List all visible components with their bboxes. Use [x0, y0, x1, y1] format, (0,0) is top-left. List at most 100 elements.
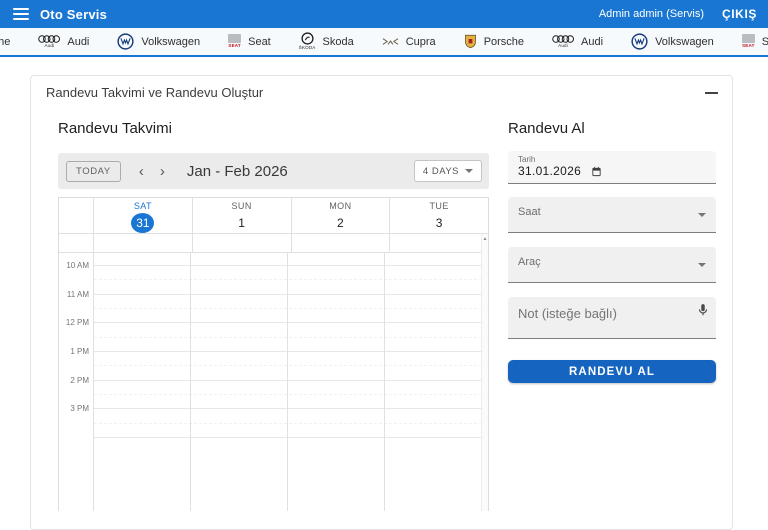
- brand-label: Porsche: [0, 35, 11, 48]
- form-heading: Randevu Al: [508, 120, 585, 137]
- hamburger-menu-icon[interactable]: [13, 8, 29, 20]
- calendar-header-row: SAT 31 SUN 1 MON 2 TUE 3: [59, 198, 488, 234]
- day-name: TUE: [429, 201, 449, 211]
- prev-arrow-icon[interactable]: ‹: [135, 164, 148, 179]
- note-placeholder: Not (isteğe bağlı): [518, 306, 617, 321]
- brand-label: Seat: [762, 36, 768, 48]
- day-number: 2: [337, 216, 344, 230]
- microphone-icon: [698, 304, 708, 316]
- calendar-day-column-sun[interactable]: [191, 253, 288, 511]
- view-selector-button[interactable]: 4 DAYS: [413, 160, 482, 182]
- cupra-logo-icon: [382, 37, 399, 46]
- all-day-axis-cell: [59, 234, 94, 252]
- brand-item-seat[interactable]: SEAT Seat: [741, 34, 768, 49]
- date-field-label: Tarih: [518, 155, 536, 164]
- calendar-day-column-tue[interactable]: [385, 253, 482, 511]
- day-name: MON: [329, 201, 352, 211]
- brand-label: Skoda: [322, 35, 354, 48]
- day-number-today-badge: 31: [131, 213, 155, 233]
- view-selector-label: 4 DAYS: [422, 165, 459, 177]
- current-user-label: Admin admin (Servis): [598, 8, 704, 20]
- chevron-down-icon: [465, 169, 473, 173]
- seat-logo-icon: SEAT: [741, 34, 755, 49]
- brand-item-skoda[interactable]: ŠKODA Skoda: [299, 32, 354, 51]
- brand-label: Cupra: [405, 35, 436, 48]
- brand-bar: Porsche Audi Audi Volkswagen SEAT Seat: [0, 28, 768, 57]
- panel-title: Randevu Takvimi ve Randevu Oluştur: [46, 85, 264, 100]
- scroll-up-arrow-icon: ▲: [482, 236, 488, 242]
- calendar-grid: SAT 31 SUN 1 MON 2 TUE 3 10 AM 11 AM 12 …: [58, 197, 489, 511]
- brand-item-cupra[interactable]: Cupra: [382, 36, 436, 48]
- brand-item-seat[interactable]: SEAT Seat: [228, 34, 271, 49]
- brand-item-volkswagen[interactable]: Volkswagen: [631, 33, 714, 50]
- skoda-logo-icon: ŠKODA: [299, 32, 316, 51]
- note-textarea[interactable]: Not (isteğe bağlı): [508, 297, 716, 339]
- brand-label: Volkswagen: [141, 35, 201, 48]
- app-title: Oto Servis: [40, 6, 108, 22]
- calendar-day-column-mon[interactable]: [288, 253, 385, 511]
- time-axis-header-spacer: [59, 198, 94, 233]
- calendar-range-title: Jan - Feb 2026: [186, 162, 288, 180]
- brand-caption: Audi: [44, 42, 55, 48]
- calendar-icon[interactable]: [591, 166, 602, 177]
- brand-caption: SEAT: [742, 43, 755, 49]
- audi-rings-icon: Audi: [552, 35, 575, 49]
- all-day-row: [59, 234, 488, 253]
- brand-caption: SEAT: [228, 43, 241, 49]
- all-day-cell[interactable]: [292, 234, 391, 252]
- day-name: SUN: [231, 201, 252, 211]
- vehicle-select[interactable]: Araç: [508, 247, 716, 283]
- brand-carousel: Porsche Audi Audi Volkswagen SEAT Seat: [0, 32, 768, 51]
- calendar-scrollbar[interactable]: ▲: [481, 234, 488, 511]
- day-number: 3: [435, 216, 443, 230]
- brand-caption: ŠKODA: [298, 45, 316, 51]
- brand-label: Audi: [581, 35, 604, 48]
- brand-item-porsche[interactable]: Porsche: [0, 34, 10, 49]
- audi-rings-icon: Audi: [38, 35, 61, 49]
- calendar-day-column-sat[interactable]: [94, 253, 191, 511]
- time-select-label: Saat: [518, 206, 541, 218]
- day-header-tue: TUE 3: [390, 198, 488, 233]
- all-day-cell[interactable]: [390, 234, 488, 252]
- appointment-panel-card: Randevu Takvimi ve Randevu Oluştur Rande…: [30, 75, 733, 530]
- brand-label: Seat: [248, 35, 271, 48]
- brand-item-audi[interactable]: Audi Audi: [38, 35, 89, 49]
- all-day-cell[interactable]: [94, 234, 193, 252]
- vw-roundel-icon: [631, 33, 648, 50]
- minus-icon: [704, 92, 718, 94]
- calendar-toolbar: TODAY ‹ › Jan - Feb 2026 4 DAYS: [58, 153, 489, 189]
- microphone-button[interactable]: [696, 303, 710, 320]
- time-select[interactable]: Saat: [508, 197, 716, 233]
- porsche-crest-icon: [464, 34, 477, 49]
- day-header-mon: MON 2: [292, 198, 391, 233]
- brand-item-audi[interactable]: Audi Audi: [552, 35, 603, 49]
- brand-item-porsche[interactable]: Porsche: [464, 34, 524, 49]
- brand-label: Volkswagen: [655, 35, 714, 48]
- time-axis-column: [59, 253, 94, 511]
- day-columns: [59, 253, 482, 511]
- seat-logo-icon: SEAT: [228, 34, 242, 49]
- brand-label: Audi: [67, 35, 90, 48]
- chevron-down-icon: [698, 213, 706, 217]
- next-arrow-icon[interactable]: ›: [156, 164, 169, 179]
- date-field-value: 31.01.2026: [518, 164, 582, 178]
- date-field[interactable]: Tarih 31.01.2026: [508, 151, 716, 184]
- app-bar: Oto Servis Admin admin (Servis) ÇIKIŞ: [0, 0, 768, 28]
- day-header-sun: SUN 1: [193, 198, 292, 233]
- brand-item-volkswagen[interactable]: Volkswagen: [117, 33, 200, 50]
- vw-roundel-icon: [117, 33, 134, 50]
- today-button[interactable]: TODAY: [66, 160, 121, 182]
- day-name: SAT: [133, 201, 152, 211]
- chevron-down-icon: [698, 263, 706, 267]
- logout-button[interactable]: ÇIKIŞ: [722, 7, 757, 21]
- day-number: 1: [238, 216, 245, 230]
- vehicle-select-label: Araç: [518, 256, 541, 268]
- all-day-cell[interactable]: [193, 234, 292, 252]
- calendar-heading: Randevu Takvimi: [58, 120, 172, 137]
- brand-label: Porsche: [483, 35, 525, 48]
- collapse-panel-button[interactable]: [700, 82, 722, 104]
- submit-appointment-button[interactable]: RANDEVU AL: [508, 360, 716, 383]
- brand-caption: Audi: [558, 42, 568, 48]
- time-grid: 10 AM 11 AM 12 PM 1 PM 2 PM 3 PM: [59, 253, 488, 511]
- day-header-sat: SAT 31: [94, 198, 193, 233]
